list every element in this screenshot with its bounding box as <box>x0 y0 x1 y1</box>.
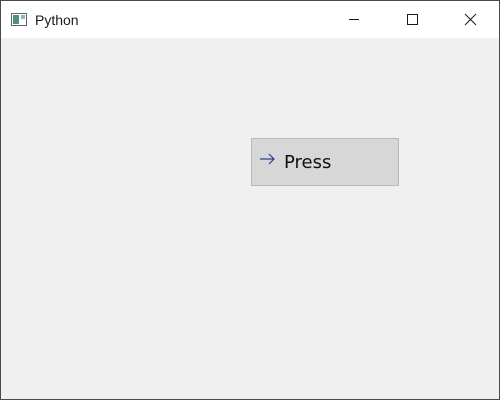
press-button[interactable]: Press <box>251 138 399 186</box>
window-title: Python <box>35 12 79 28</box>
app-window: Python Press <box>0 0 500 400</box>
client-area: Press <box>1 38 499 399</box>
arrow-right-icon <box>259 152 277 166</box>
close-button[interactable] <box>447 1 493 38</box>
title-bar[interactable]: Python <box>1 1 499 38</box>
minimize-button[interactable] <box>331 1 377 38</box>
maximize-button[interactable] <box>389 1 435 38</box>
press-button-label: Press <box>284 152 332 173</box>
python-app-icon <box>11 13 27 26</box>
